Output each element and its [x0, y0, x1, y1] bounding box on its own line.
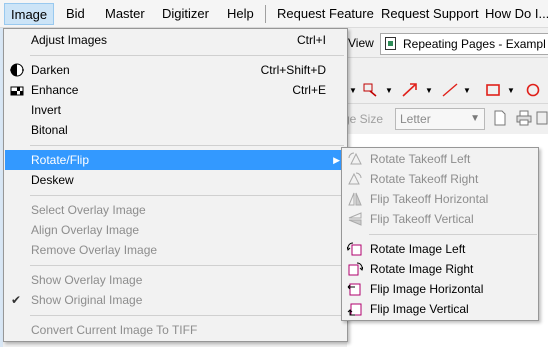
- menu-help[interactable]: Help: [221, 3, 260, 25]
- flip-image-vertical-icon: [347, 302, 363, 316]
- menu-bid[interactable]: Bid: [60, 3, 91, 25]
- submenu-item-rotate-image-right[interactable]: Rotate Image Right: [343, 259, 537, 279]
- arrow-tool-icon[interactable]: [401, 82, 419, 102]
- page-icon: [385, 37, 396, 50]
- page-select-value: Repeating Pages - Exampl: [403, 37, 546, 51]
- submenu-separator: [369, 234, 537, 235]
- menu-item-label: Show Original Image: [31, 293, 143, 307]
- submenu-item-label: Rotate Image Right: [370, 262, 474, 276]
- rectangle-tool-icon[interactable]: [485, 82, 501, 102]
- menu-item-label: Enhance: [31, 83, 79, 97]
- new-page-icon[interactable]: [493, 110, 507, 130]
- print-icon[interactable]: [516, 110, 532, 130]
- menu-item-label: Adjust Images: [31, 33, 108, 47]
- menu-item-darken[interactable]: Darken Ctrl+Shift+D: [5, 60, 346, 80]
- menu-image[interactable]: Image: [4, 3, 55, 25]
- submenu-item-rotate-image-left[interactable]: Rotate Image Left: [343, 239, 537, 259]
- menu-item-invert[interactable]: Invert: [5, 100, 346, 120]
- page-size-select[interactable]: Letter ▼: [395, 108, 485, 130]
- menu-item-label: Select Overlay Image: [31, 203, 146, 217]
- dropdown-arrow-icon[interactable]: ▼: [463, 83, 471, 99]
- menu-item-deskew[interactable]: Deskew: [5, 170, 346, 190]
- darken-icon: [9, 63, 25, 77]
- line-tool-icon[interactable]: [441, 82, 459, 102]
- menu-item-adjust-images[interactable]: Adjust Images Ctrl+I: [5, 30, 346, 50]
- submenu-item-label: Flip Takeoff Horizontal: [370, 192, 489, 206]
- menu-item-convert-to-tiff: Convert Current Image To TIFF: [5, 320, 346, 340]
- image-menu: Adjust Images Ctrl+I Darken Ctrl+Shift+D…: [3, 28, 348, 342]
- rotate-image-left-icon: [346, 242, 363, 256]
- menu-separator: [30, 55, 344, 56]
- menu-item-show-original-image: ✔ Show Original Image: [5, 290, 346, 310]
- menu-item-shortcut: Ctrl+Shift+D: [260, 63, 326, 77]
- flip-image-horizontal-icon: [347, 282, 363, 296]
- submenu-item-label: Rotate Takeoff Left: [370, 152, 471, 166]
- menu-item-label: Deskew: [31, 173, 74, 187]
- flip-takeoff-vertical-icon: [347, 212, 363, 226]
- menu-request-feature[interactable]: Request Feature: [271, 3, 380, 25]
- checkmark-icon: ✔: [11, 293, 22, 307]
- menu-item-rotate-flip[interactable]: Rotate/Flip ▶: [5, 150, 346, 170]
- rotate-flip-submenu: Rotate Takeoff Left Rotate Takeoff Right…: [341, 147, 539, 321]
- menu-item-label: Convert Current Image To TIFF: [31, 323, 198, 337]
- menu-item-show-overlay-image: Show Overlay Image: [5, 270, 346, 290]
- menu-item-label: Rotate/Flip: [31, 153, 90, 167]
- menu-item-remove-overlay-image: Remove Overlay Image: [5, 240, 346, 260]
- drawing-toolbar: ▼ ▼ ▼ ▼ ▼: [347, 78, 548, 104]
- menu-master[interactable]: Master: [99, 3, 151, 25]
- menu-item-shortcut: Ctrl+I: [296, 33, 326, 47]
- dropdown-arrow-icon[interactable]: ▼: [507, 83, 515, 99]
- menu-bar: Image Bid Master Digitizer Help Request …: [0, 0, 548, 28]
- dropdown-arrow-icon[interactable]: ▼: [385, 83, 393, 99]
- flip-takeoff-horizontal-icon: [347, 192, 363, 206]
- menu-item-label: Align Overlay Image: [31, 223, 140, 237]
- menu-item-label: Darken: [31, 63, 70, 77]
- menu-item-select-overlay-image: Select Overlay Image: [5, 200, 346, 220]
- menu-separator: [265, 5, 266, 23]
- menu-how-do-i[interactable]: How Do I...: [479, 3, 548, 25]
- menu-item-bitonal[interactable]: Bitonal: [5, 120, 346, 140]
- submenu-item-label: Flip Image Vertical: [370, 302, 469, 316]
- menu-item-label: Invert: [31, 103, 62, 117]
- submenu-item-label: Flip Takeoff Vertical: [370, 212, 474, 226]
- menu-request-support[interactable]: Request Support: [375, 3, 485, 25]
- page-size-value: Letter: [400, 112, 431, 126]
- menu-item-label: Remove Overlay Image: [31, 243, 158, 257]
- submenu-item-flip-takeoff-horizontal: Flip Takeoff Horizontal: [343, 189, 537, 209]
- view-label: View: [348, 36, 374, 50]
- dropdown-arrow-icon[interactable]: ▼: [425, 83, 433, 99]
- stamp-tool-icon[interactable]: [363, 82, 379, 102]
- menu-item-align-overlay-image: Align Overlay Image: [5, 220, 346, 240]
- submenu-item-rotate-takeoff-right: Rotate Takeoff Right: [343, 169, 537, 189]
- enhance-icon: [9, 83, 25, 97]
- submenu-item-flip-image-horizontal[interactable]: Flip Image Horizontal: [343, 279, 537, 299]
- page-select[interactable]: Repeating Pages - Exampl: [380, 33, 548, 55]
- dropdown-arrow-icon[interactable]: ▼: [349, 83, 357, 99]
- submenu-item-rotate-takeoff-left: Rotate Takeoff Left: [343, 149, 537, 169]
- menu-separator: [30, 195, 344, 196]
- submenu-item-label: Rotate Takeoff Right: [370, 172, 479, 186]
- menu-separator: [30, 145, 344, 146]
- rotate-takeoff-left-icon: [347, 152, 363, 166]
- rotate-takeoff-right-icon: [347, 172, 363, 186]
- chevron-down-icon: ▼: [470, 113, 480, 124]
- menu-separator: [30, 315, 344, 316]
- menu-separator: [30, 265, 344, 266]
- circle-tool-icon[interactable]: [525, 82, 541, 102]
- menu-item-label: Bitonal: [31, 123, 68, 137]
- menu-item-enhance[interactable]: Enhance Ctrl+E: [5, 80, 346, 100]
- submenu-item-label: Rotate Image Left: [370, 242, 466, 256]
- menu-digitizer[interactable]: Digitizer: [156, 3, 215, 25]
- submenu-item-flip-takeoff-vertical: Flip Takeoff Vertical: [343, 209, 537, 229]
- submenu-arrow-icon: ▶: [333, 155, 340, 165]
- page-setup-icon[interactable]: [536, 110, 548, 130]
- rotate-image-right-icon: [347, 262, 364, 276]
- submenu-item-flip-image-vertical[interactable]: Flip Image Vertical: [343, 299, 537, 319]
- submenu-item-label: Flip Image Horizontal: [370, 282, 484, 296]
- page-size-label: ge Size: [343, 112, 384, 126]
- menu-item-label: Show Overlay Image: [31, 273, 143, 287]
- menu-item-shortcut: Ctrl+E: [292, 83, 326, 97]
